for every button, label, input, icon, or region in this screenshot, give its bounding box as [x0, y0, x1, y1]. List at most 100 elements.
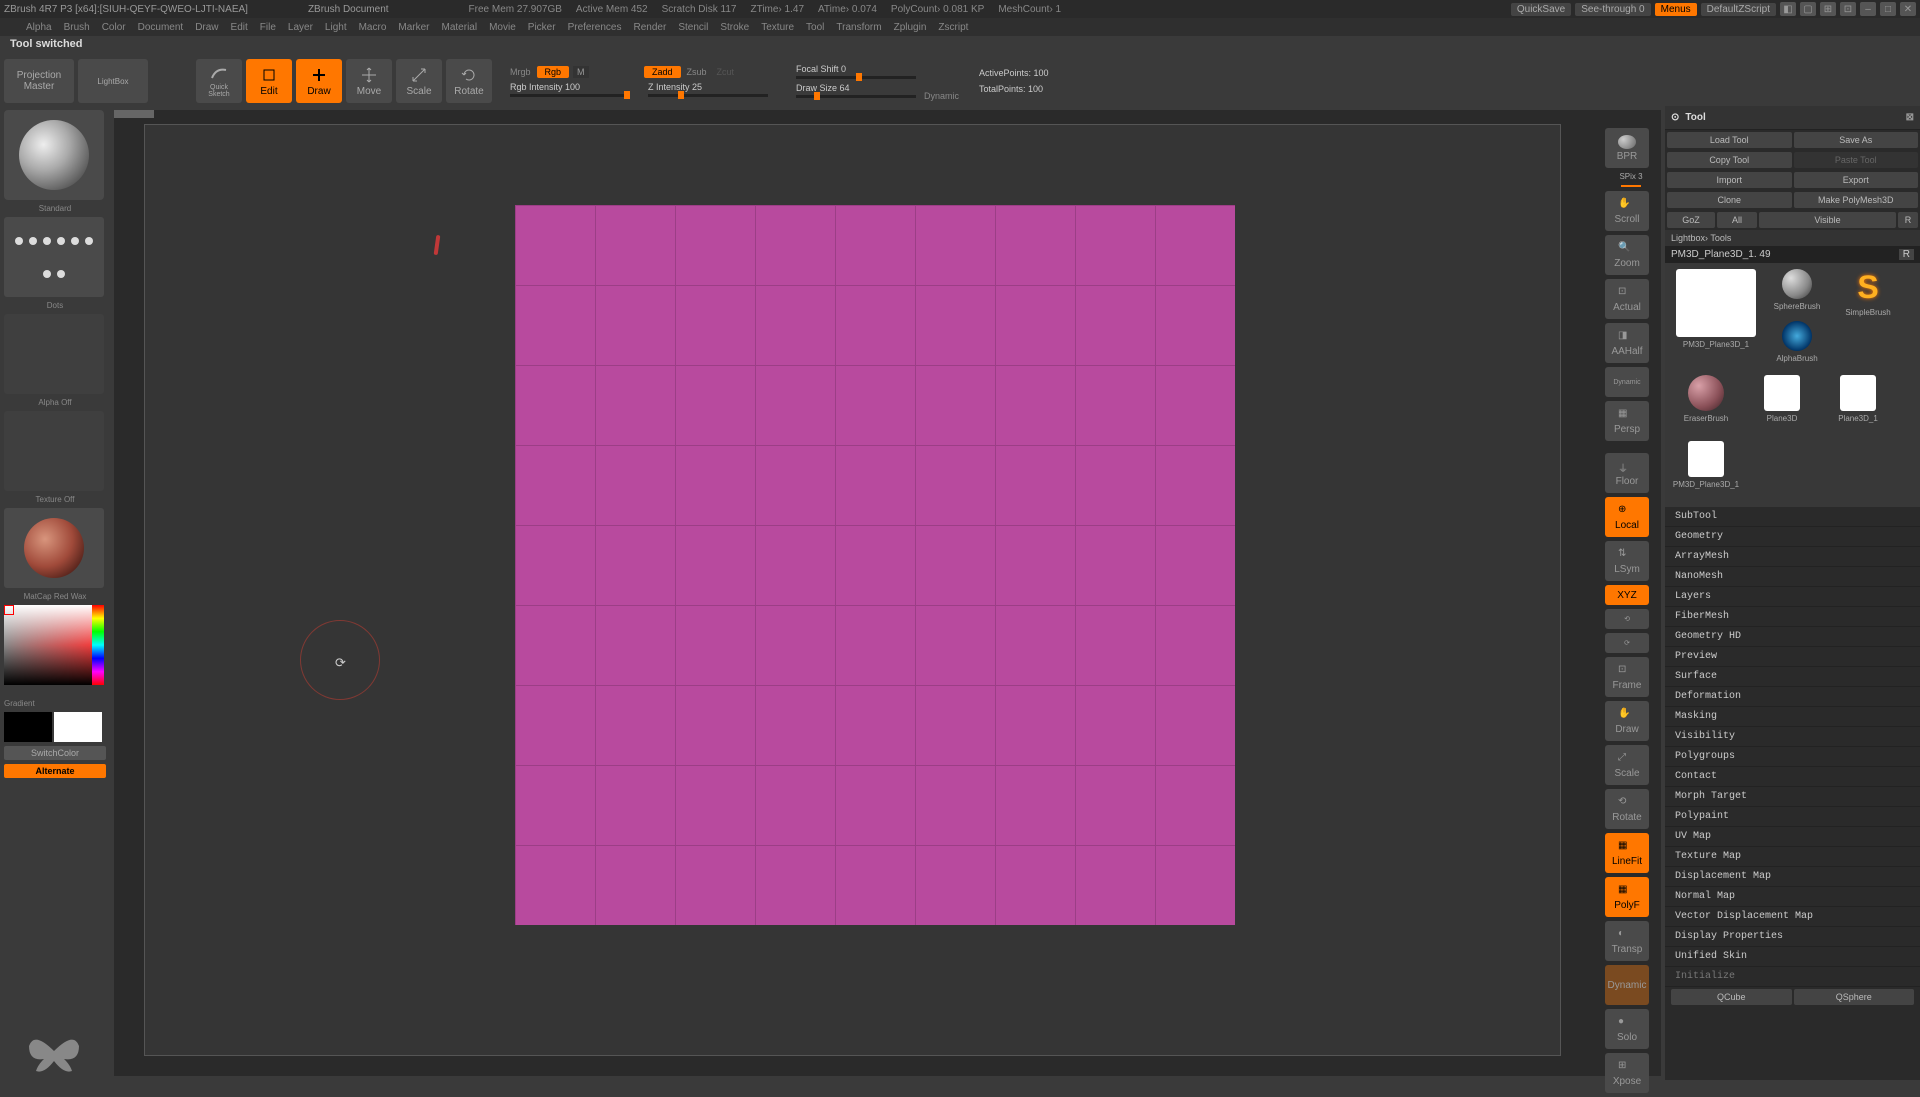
current-tool-name[interactable]: PM3D_Plane3D_1. 49R — [1665, 246, 1920, 263]
section-uv-map[interactable]: UV Map — [1665, 827, 1920, 847]
section-polygroups[interactable]: Polygroups — [1665, 747, 1920, 767]
xpose-button[interactable]: ⊞Xpose — [1605, 1053, 1649, 1093]
maximize-icon[interactable]: □ — [1880, 2, 1896, 16]
panel-pin-icon[interactable]: ⊙ — [1671, 112, 1679, 123]
menu-document[interactable]: Document — [138, 22, 184, 33]
menu-alpha[interactable]: Alpha — [26, 22, 52, 33]
thumb-current[interactable]: PM3D_Plane3D_1 — [1671, 269, 1761, 349]
actual-button[interactable]: ⊡Actual — [1605, 279, 1649, 319]
dynamic-persp[interactable]: Dynamic — [1605, 367, 1649, 397]
rgb-intensity-label[interactable]: Rgb Intensity 100 — [510, 82, 630, 92]
mrgb-button[interactable]: Mrgb — [506, 66, 535, 78]
seethrough-slider[interactable]: See-through 0 — [1575, 3, 1650, 16]
section-vector-disp-map[interactable]: Vector Displacement Map — [1665, 907, 1920, 927]
draw-size-slider[interactable] — [796, 95, 916, 98]
zoom-button[interactable]: 🔍Zoom — [1605, 235, 1649, 275]
import-button[interactable]: Import — [1667, 172, 1792, 188]
thumb-simplebrush[interactable]: SimpleBrush — [1833, 269, 1903, 329]
draw-button[interactable]: Draw — [296, 59, 342, 103]
alternate-button[interactable]: Alternate — [4, 764, 106, 778]
copy-tool-button[interactable]: Copy Tool — [1667, 152, 1792, 168]
goz-all-button[interactable]: All — [1717, 212, 1757, 228]
thumb-spherebrush[interactable]: SphereBrush — [1767, 269, 1827, 317]
scroll-button[interactable]: ✋Scroll — [1605, 191, 1649, 231]
menus-toggle[interactable]: Menus — [1655, 3, 1697, 16]
window-icon-4[interactable]: ⊡ — [1840, 2, 1856, 16]
section-deformation[interactable]: Deformation — [1665, 687, 1920, 707]
polyf-button[interactable]: ▦PolyF — [1605, 877, 1649, 917]
menu-stroke[interactable]: Stroke — [720, 22, 749, 33]
section-contact[interactable]: Contact — [1665, 767, 1920, 787]
texture-slot[interactable] — [4, 411, 104, 491]
z-intensity-label[interactable]: Z Intensity 25 — [648, 82, 768, 92]
menu-movie[interactable]: Movie — [489, 22, 516, 33]
menu-color[interactable]: Color — [102, 22, 126, 33]
zadd-button[interactable]: Zadd — [644, 66, 681, 78]
lightbox-tools-label[interactable]: Lightbox› Tools — [1665, 230, 1920, 246]
z-intensity-slider[interactable] — [648, 94, 768, 97]
dynamic-button[interactable]: Dynamic — [1605, 965, 1649, 1005]
menu-file[interactable]: File — [260, 22, 276, 33]
export-button[interactable]: Export — [1794, 172, 1919, 188]
move-view-button[interactable]: ✋Draw — [1605, 701, 1649, 741]
menu-material[interactable]: Material — [442, 22, 478, 33]
window-icon-3[interactable]: ⊞ — [1820, 2, 1836, 16]
panel-close-icon[interactable]: ⊠ — [1906, 112, 1914, 123]
menu-light[interactable]: Light — [325, 22, 347, 33]
menu-preferences[interactable]: Preferences — [568, 22, 622, 33]
color-picker[interactable] — [4, 605, 104, 695]
section-display-props[interactable]: Display Properties — [1665, 927, 1920, 947]
persp-button[interactable]: ▦Persp — [1605, 401, 1649, 441]
qcube-button[interactable]: QCube — [1671, 989, 1792, 1005]
aahalf-button[interactable]: ◨AAHalf — [1605, 323, 1649, 363]
menu-edit[interactable]: Edit — [231, 22, 248, 33]
edit-button[interactable]: Edit — [246, 59, 292, 103]
transp-button[interactable]: ◐Transp — [1605, 921, 1649, 961]
section-morph-target[interactable]: Morph Target — [1665, 787, 1920, 807]
gradient-label[interactable]: Gradient — [4, 699, 106, 708]
menu-stencil[interactable]: Stencil — [678, 22, 708, 33]
spix-label[interactable]: SPix 3 — [1605, 172, 1657, 181]
frame-button[interactable]: ⊡Frame — [1605, 657, 1649, 697]
focal-shift-slider[interactable] — [796, 76, 916, 79]
section-initialize[interactable]: Initialize — [1665, 967, 1920, 987]
menu-marker[interactable]: Marker — [398, 22, 429, 33]
window-icon-2[interactable]: ▢ — [1800, 2, 1816, 16]
bpr-button[interactable]: BPR — [1605, 128, 1649, 168]
quicksketch-button[interactable]: Quick Sketch — [196, 59, 242, 103]
section-polypaint[interactable]: Polypaint — [1665, 807, 1920, 827]
save-as-button[interactable]: Save As — [1794, 132, 1919, 148]
menu-texture[interactable]: Texture — [761, 22, 794, 33]
thumb-eraserbrush[interactable]: EraserBrush — [1671, 375, 1741, 435]
window-icon-1[interactable]: ◧ — [1780, 2, 1796, 16]
rotate-button[interactable]: Rotate — [446, 59, 492, 103]
secondary-color-chip[interactable] — [4, 712, 52, 742]
default-zscript[interactable]: DefaultZScript — [1701, 3, 1776, 16]
lightbox-button[interactable]: LightBox — [78, 59, 148, 103]
linefit-button[interactable]: ▦LineFit — [1605, 833, 1649, 873]
menu-brush[interactable]: Brush — [64, 22, 90, 33]
section-surface[interactable]: Surface — [1665, 667, 1920, 687]
solo-button[interactable]: ●Solo — [1605, 1009, 1649, 1049]
menu-zplugin[interactable]: Zplugin — [894, 22, 927, 33]
lsym-button[interactable]: ⇅LSym — [1605, 541, 1649, 581]
menu-macro[interactable]: Macro — [359, 22, 387, 33]
menu-layer[interactable]: Layer — [288, 22, 313, 33]
cam-spin1[interactable]: ⟲ — [1605, 609, 1649, 629]
section-nanomesh[interactable]: NanoMesh — [1665, 567, 1920, 587]
m-button[interactable]: M — [573, 66, 589, 78]
goz-visible-button[interactable]: Visible — [1759, 212, 1896, 228]
section-masking[interactable]: Masking — [1665, 707, 1920, 727]
xyz-button[interactable]: XYZ — [1605, 585, 1649, 605]
section-normal-map[interactable]: Normal Map — [1665, 887, 1920, 907]
document-canvas[interactable]: ⟳ — [144, 124, 1561, 1056]
stroke-preview[interactable] — [4, 217, 104, 297]
thumb-plane3d-1[interactable]: Plane3D_1 — [1823, 375, 1893, 435]
minimize-icon[interactable]: – — [1860, 2, 1876, 16]
projection-master-button[interactable]: Projection Master — [4, 59, 74, 103]
quicksave-button[interactable]: QuickSave — [1511, 3, 1571, 16]
rotate-view-button[interactable]: ⟲Rotate — [1605, 789, 1649, 829]
goz-button[interactable]: GoZ — [1667, 212, 1715, 228]
thumb-plane3d[interactable]: Plane3D — [1747, 375, 1817, 435]
rgb-intensity-slider[interactable] — [510, 94, 630, 97]
